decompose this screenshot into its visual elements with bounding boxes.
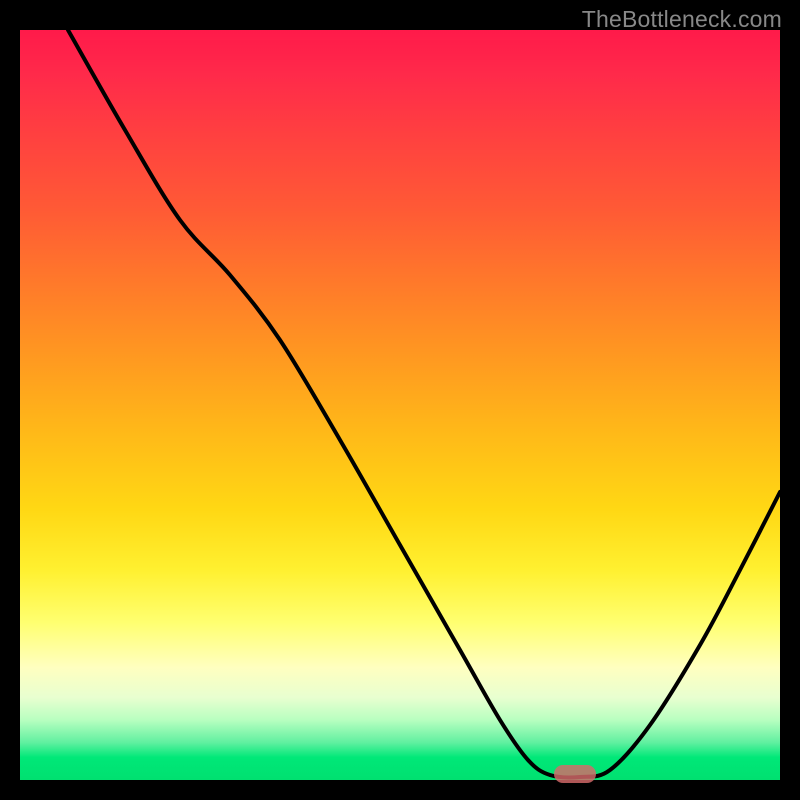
chart-svg	[20, 30, 780, 780]
watermark-text: TheBottleneck.com	[582, 6, 782, 33]
bottleneck-curve	[68, 30, 780, 777]
optimal-marker	[554, 765, 596, 783]
